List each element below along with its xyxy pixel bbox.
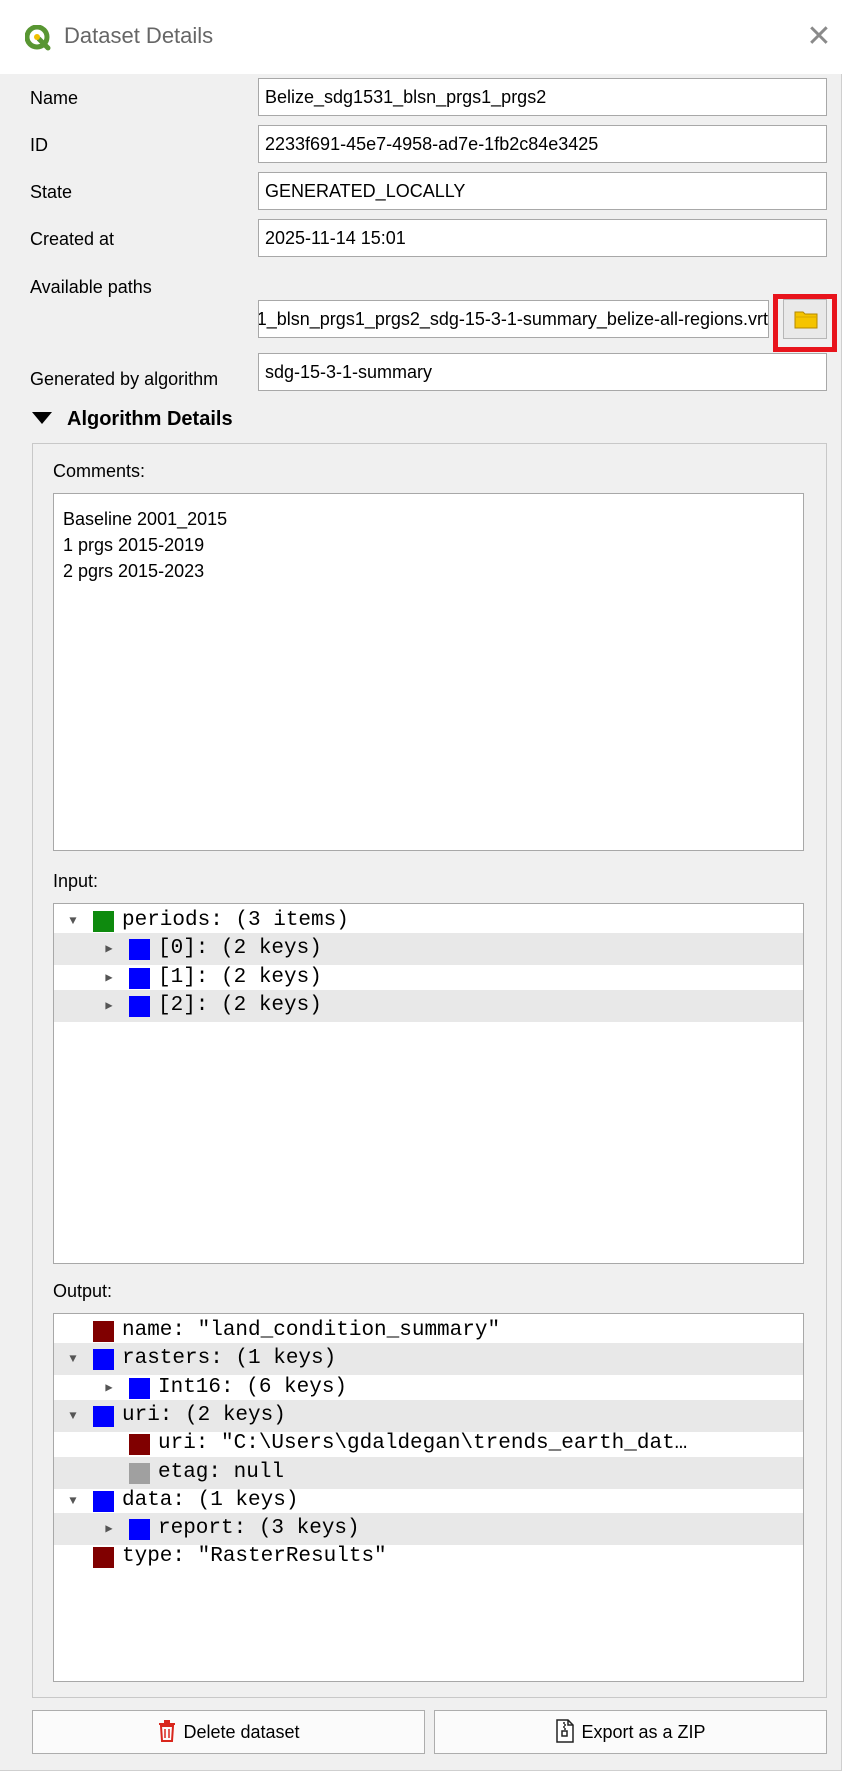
collapse-arrow-icon[interactable]: ▶ [102, 1513, 116, 1545]
tree-row-text: report: (3 keys) [158, 1517, 360, 1541]
close-icon[interactable]: ✕ [804, 22, 834, 52]
title-bar: Dataset Details ✕ [0, 0, 842, 74]
dataset-details-dialog: Dataset Details ✕ Name Belize_sdg1531_bl… [0, 0, 842, 1771]
available-paths-label: Available paths [30, 277, 152, 297]
generated-by-label: Generated by algorithm [30, 369, 219, 389]
available-paths-field[interactable]: Belize_sdg1531_blsn_prgs1_prgs2_sdg-15-3… [258, 300, 769, 338]
available-paths-value: Belize_sdg1531_blsn_prgs1_prgs2_sdg-15-3… [258, 309, 768, 329]
qgis-logo-icon [24, 24, 51, 51]
id-field[interactable]: 2233f691-45e7-4958-ad7e-1fb2c84e3425 [258, 125, 827, 163]
comments-text: Baseline 2001_2015 1 prgs 2015-2019 2 pgrs… [54, 494, 803, 596]
tree-row-text: [2]: (2 keys) [158, 993, 322, 1017]
highlight-box [773, 294, 837, 352]
collapse-arrow-icon[interactable]: ▶ [102, 933, 116, 965]
expand-arrow-icon[interactable]: ▼ [66, 1400, 80, 1432]
comment-line: 1 prgs 2015-2019 [63, 535, 205, 555]
comment-line: 2 pgrs 2015-2023 [63, 561, 205, 581]
comments-label: Comments: [53, 461, 146, 481]
collapse-triangle-icon [32, 411, 52, 424]
tree-row-text: name: "land_condition_summary" [122, 1319, 501, 1342]
trash-icon [159, 1720, 176, 1743]
tree-row-text: etag: null [158, 1460, 285, 1484]
tree-row-text: [0]: (2 keys) [158, 937, 322, 961]
type-color-icon [93, 1349, 114, 1371]
tree-row[interactable]: ▼ uri: (2 keys) [54, 1399, 803, 1432]
tree-row[interactable]: ▶ report: (3 keys) [54, 1513, 803, 1546]
tree-row[interactable]: ▼ data: (1 keys) [54, 1485, 803, 1517]
tree-row-text: Int16: (6 keys) [158, 1375, 348, 1399]
created-at-field[interactable]: 2025-11-14 15:01 [258, 219, 827, 257]
delete-dataset-label: Delete dataset [183, 1722, 300, 1742]
tree-row-text: type: "RasterResults" [122, 1545, 387, 1569]
type-color-icon [129, 995, 150, 1017]
tree-row[interactable]: ▶ Int16: (6 keys) [54, 1372, 803, 1404]
tree-row[interactable]: type: "RasterResults" [54, 1541, 803, 1573]
tree-row[interactable]: uri: "C:\Users\gdaldegan\trends_earth_da… [54, 1428, 803, 1460]
tree-row[interactable]: ▶ [0]: (2 keys) [54, 933, 803, 966]
type-color-icon [129, 939, 150, 961]
type-color-icon [129, 967, 150, 989]
comments-textarea[interactable]: Baseline 2001_2015 1 prgs 2015-2019 2 pgrs… [53, 493, 804, 851]
tree-row-text: rasters: (1 keys) [122, 1347, 337, 1371]
tree-row-text: uri: "C:\Users\gdaldegan\trends_earth_da… [158, 1432, 688, 1456]
type-color-icon [93, 1547, 114, 1569]
output-label: Output: [53, 1281, 113, 1301]
generated-by-field[interactable]: sdg-15-3-1-summary [258, 353, 827, 391]
type-color-icon [93, 1490, 114, 1512]
tree-row[interactable]: ▶ [2]: (2 keys) [54, 989, 803, 1022]
delete-dataset-button[interactable]: Delete dataset [32, 1710, 425, 1754]
name-field[interactable]: Belize_sdg1531_blsn_prgs1_prgs2 [258, 78, 827, 116]
tree-row[interactable]: etag: null [54, 1456, 803, 1489]
id-label: ID [30, 135, 48, 155]
window-title: Dataset Details [64, 23, 214, 48]
type-color-icon [93, 1405, 114, 1427]
tree-row-text: data: (1 keys) [122, 1488, 299, 1512]
type-color-icon [93, 911, 114, 932]
tree-row[interactable]: ▼ rasters: (1 keys) [54, 1343, 803, 1376]
expand-arrow-icon[interactable]: ▼ [66, 1343, 80, 1375]
collapse-arrow-icon[interactable]: ▶ [102, 1372, 116, 1404]
algorithm-details-title: Algorithm Details [67, 408, 233, 430]
state-field[interactable]: GENERATED_LOCALLY [258, 172, 827, 210]
tree-row-text: [1]: (2 keys) [158, 965, 322, 989]
input-label: Input: [53, 871, 99, 891]
type-color-icon [93, 1321, 114, 1342]
tree-row[interactable]: ▼ periods: (3 items) [54, 905, 803, 937]
name-label: Name [30, 88, 79, 108]
zip-file-icon [556, 1719, 575, 1743]
expand-arrow-icon[interactable]: ▼ [66, 905, 80, 937]
tree-row[interactable]: name: "land_condition_summary" [54, 1315, 803, 1347]
state-label: State [30, 182, 73, 202]
type-color-icon [129, 1377, 150, 1399]
algorithm-details-toggle[interactable]: Algorithm Details [32, 408, 233, 431]
output-tree[interactable]: name: "land_condition_summary" ▼ rasters: … [53, 1313, 804, 1682]
collapse-arrow-icon[interactable]: ▶ [102, 962, 116, 994]
export-zip-button[interactable]: Export as a ZIP [434, 1710, 827, 1754]
tree-row-text: uri: (2 keys) [122, 1403, 286, 1427]
expand-arrow-icon[interactable]: ▼ [66, 1485, 80, 1517]
created-at-label: Created at [30, 229, 115, 249]
type-color-icon [129, 1519, 150, 1541]
collapse-arrow-icon[interactable]: ▶ [102, 990, 116, 1022]
export-zip-label: Export as a ZIP [581, 1722, 706, 1742]
tree-row[interactable]: ▶ [1]: (2 keys) [54, 962, 803, 994]
type-color-icon [129, 1462, 150, 1484]
tree-row-text: periods: (3 items) [122, 909, 349, 932]
input-tree[interactable]: ▼ periods: (3 items) ▶ [0]: (2 keys) ▶ [1]: (… [53, 903, 804, 1264]
type-color-icon [129, 1434, 150, 1456]
comment-line: Baseline 2001_2015 [63, 509, 228, 529]
